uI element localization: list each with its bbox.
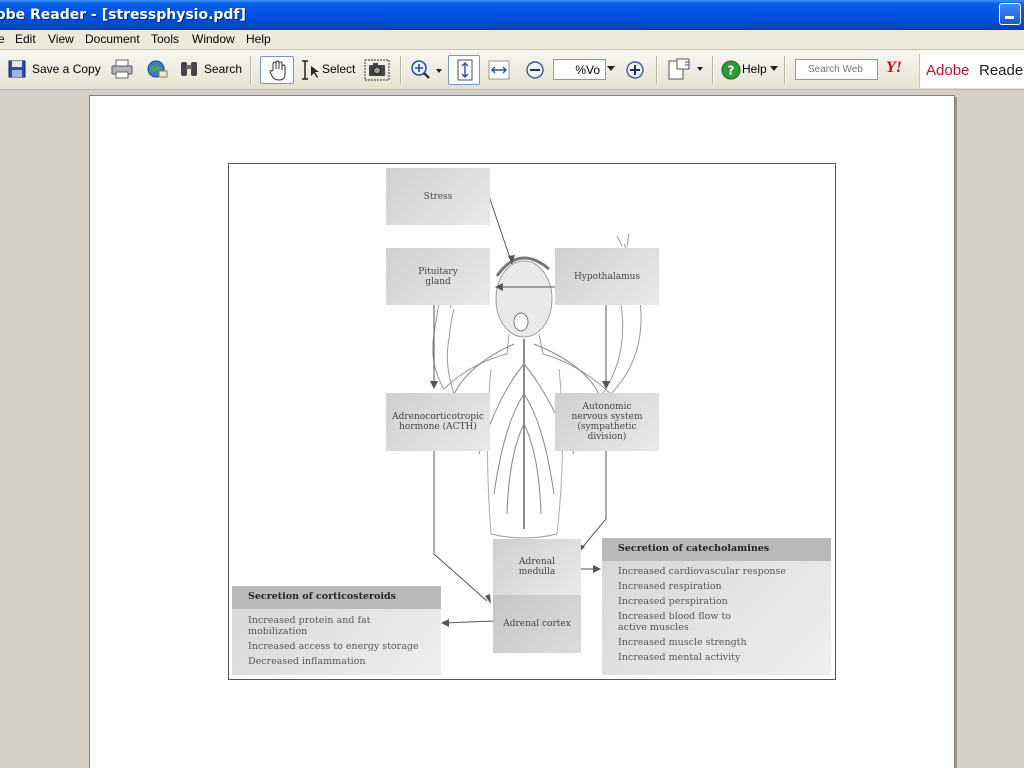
minimize-icon [1005,16,1014,19]
pituitary-box: Pituitary gland [386,248,490,305]
title-bar: obe Reader - [stressphysio.pdf] [0,0,1024,30]
zoom-plus-icon[interactable] [625,60,645,80]
save-icon[interactable] [8,60,26,78]
corticosteroids-item: Decreased inflammation [248,656,366,667]
corticosteroids-panel: Secretion of corticosteroids Increased p… [232,586,441,675]
catecholamines-item: Increased perspiration [618,596,728,607]
document-area[interactable]: Stress Pituitary gland Hypothalamus Adre… [0,91,1024,768]
reader-brand: Reade [979,62,1024,79]
toolbar-separator [712,56,714,84]
zoom-in-icon[interactable] [410,59,442,81]
zoom-value: %Vo [575,63,600,77]
fit-page-button[interactable] [448,55,480,85]
catecholamines-item: Increased muscle strength [618,637,747,648]
hand-icon [269,60,286,81]
menu-tools[interactable]: Tools [151,32,179,46]
zoom-out-icon[interactable] [525,60,545,80]
menu-edit[interactable]: Edit [15,32,36,46]
toolbar-separator [784,56,786,84]
menu-document[interactable]: Document [85,32,140,46]
menu-window[interactable]: Window [192,32,235,46]
catecholamines-title: Secretion of catecholamines [602,538,831,561]
email-globe-icon[interactable] [146,59,168,79]
chevron-down-icon[interactable] [770,66,778,72]
minimize-button[interactable] [999,3,1021,25]
corticosteroids-item: Increased protein and fat mobilization [248,615,371,637]
toolbar-separator [400,56,402,84]
search-button[interactable]: Search [204,62,242,76]
stress-response-figure: Stress Pituitary gland Hypothalamus Adre… [228,163,836,680]
catecholamines-panel: Secretion of catecholamines Increased ca… [602,538,831,675]
toolbar-separator [250,56,252,84]
text-select-icon[interactable] [299,59,321,81]
binoculars-icon[interactable] [179,59,201,79]
adrenal-cortex-box: Adrenal cortex [493,595,581,653]
select-button[interactable]: Select [322,62,355,76]
help-icon[interactable]: ? [721,60,741,80]
zoom-field[interactable]: %Vo [553,59,606,80]
adobe-brand: Adobe [926,62,970,79]
acth-box: Adrenocorticotropic hormone (ACTH) [386,393,490,451]
page-layout-icon[interactable] [667,58,705,82]
toolbar: Save a Copy Search Select %Vo ? Help Sea… [0,50,1024,90]
fit-width-icon[interactable] [488,60,510,80]
catecholamines-item: Increased respiration [618,581,722,592]
corticosteroids-item: Increased access to energy storage [248,641,419,652]
save-copy-button[interactable]: Save a Copy [32,62,101,76]
help-button[interactable]: Help [742,62,767,76]
adobe-reader-logo: Adobe Reade [919,54,1024,88]
svg-text:?: ? [728,64,735,78]
menu-help[interactable]: Help [246,32,271,46]
chevron-down-icon[interactable] [607,66,615,72]
adrenal-medulla-box: Adrenal medulla [493,539,581,595]
menu-file[interactable]: e [0,32,5,46]
hand-tool-button[interactable] [260,56,294,84]
ans-box: Autonomic nervous system (sympathetic di… [555,393,659,451]
print-icon[interactable] [111,59,133,79]
yahoo-button[interactable]: Y! [886,59,902,77]
toolbar-separator [656,56,658,84]
menu-view[interactable]: View [48,32,74,46]
fit-page-icon [457,59,473,81]
catecholamines-item: Increased mental activity [618,652,741,663]
catecholamines-item: Increased blood flow to active muscles [618,611,732,633]
pdf-page: Stress Pituitary gland Hypothalamus Adre… [89,95,955,768]
search-web-input[interactable] [795,59,878,80]
catecholamines-item: Increased cardiovascular response [618,566,787,577]
snapshot-icon[interactable] [364,58,390,82]
corticosteroids-title: Secretion of corticosteroids [232,586,441,609]
hypothalamus-box: Hypothalamus [555,248,659,305]
stress-box: Stress [386,168,490,225]
window-title: obe Reader - [stressphysio.pdf] [0,7,246,23]
menu-bar: e Edit View Document Tools Window Help [0,30,1024,50]
